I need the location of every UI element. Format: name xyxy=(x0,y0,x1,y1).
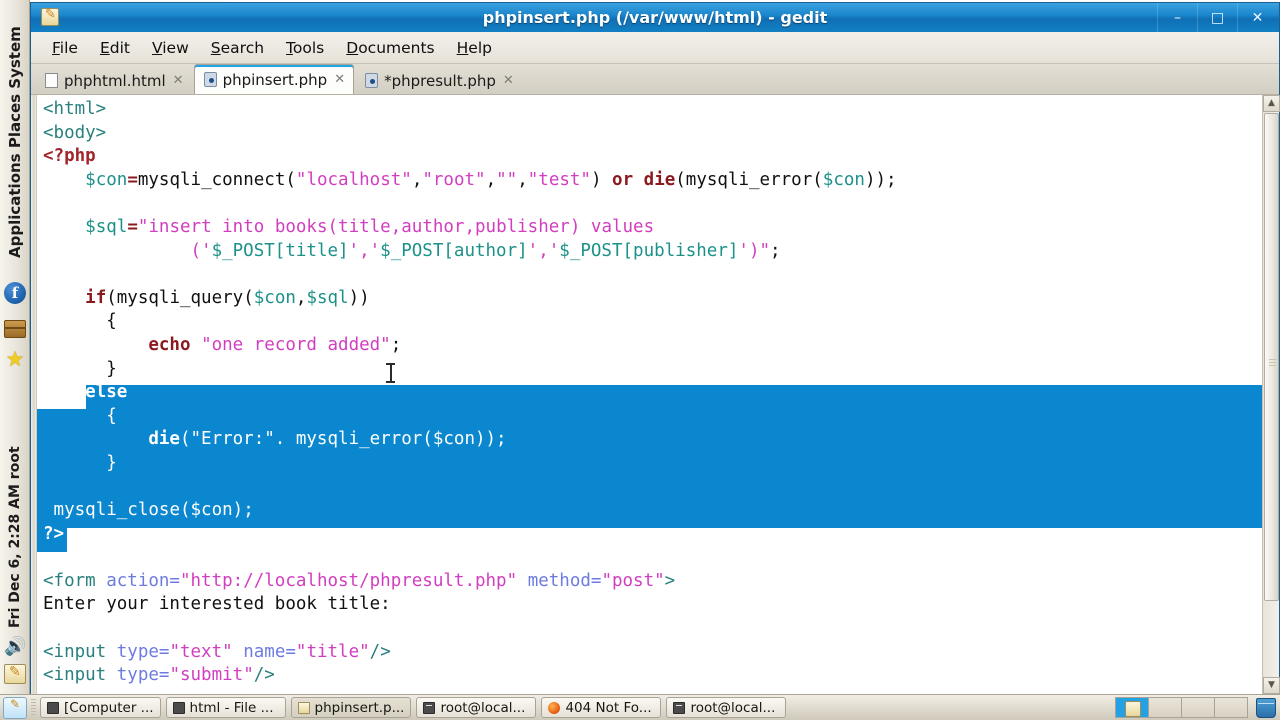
taskbar-item-label: html - File ... xyxy=(189,699,274,716)
code-line: <form action="http://localhost/phpresult… xyxy=(43,570,676,591)
tab-phpinsert-php[interactable]: phpinsert.php ✕ xyxy=(193,64,355,94)
menu-search[interactable]: Search xyxy=(200,36,275,60)
menu-view[interactable]: View xyxy=(141,36,200,60)
code-line: { xyxy=(106,311,117,332)
workspace-1[interactable] xyxy=(1115,697,1149,718)
scroll-up-arrow[interactable]: ▲ xyxy=(1263,95,1280,112)
workspace-switcher xyxy=(1115,697,1280,718)
taskbar-separator xyxy=(31,698,36,717)
star-icon[interactable]: ★ xyxy=(4,348,26,370)
source-code-view[interactable]: <html> <body> <?php $con=mysqli_connect(… xyxy=(37,95,1279,694)
menu-bar: File Edit View Search Tools Documents He… xyxy=(31,32,1279,64)
firefox-icon xyxy=(548,701,561,714)
gedit-window: phpinsert.php (/var/www/html) - gedit – … xyxy=(30,2,1280,694)
code-line: <html> xyxy=(43,99,107,119)
gedit-launcher-icon[interactable] xyxy=(4,664,26,684)
code-line: <body> xyxy=(43,122,107,143)
taskbar-item-html-file[interactable]: html - File ... xyxy=(165,697,286,718)
code-line: mysqli_close($con); xyxy=(53,500,254,521)
code-line: } xyxy=(106,358,117,379)
code-line: $sql="insert into books(title,author,pub… xyxy=(85,216,655,237)
package-icon[interactable] xyxy=(4,320,26,338)
maximize-button[interactable]: □ xyxy=(1197,3,1237,32)
show-desktop-button[interactable] xyxy=(3,696,27,719)
menu-file[interactable]: File xyxy=(41,36,89,60)
terminal-icon xyxy=(673,701,686,714)
html-file-icon xyxy=(45,73,58,88)
panel-clock[interactable]: Fri Dec 6, 2:28 AM root xyxy=(0,378,29,628)
panel-menu-labels[interactable]: Applications Places System xyxy=(0,8,29,258)
desktop-screen: Applications Places System f ★ Fri Dec 6… xyxy=(0,0,1280,720)
gedit-icon xyxy=(297,701,310,714)
taskbar-item-computer[interactable]: [Computer ... xyxy=(40,697,161,718)
taskbar-item-terminal-1[interactable]: root@local... xyxy=(416,697,537,718)
tab-close-icon[interactable]: ✕ xyxy=(503,73,514,88)
close-button[interactable]: ✕ xyxy=(1237,3,1277,32)
tab-close-icon[interactable]: ✕ xyxy=(334,72,345,87)
trash-icon[interactable] xyxy=(1256,697,1276,718)
taskbar-item-label: root@local... xyxy=(690,699,776,716)
scrollbar-thumb[interactable] xyxy=(1264,113,1279,601)
taskbar-item-label: [Computer ... xyxy=(64,699,154,716)
taskbar-item-firefox[interactable]: 404 Not Fo... xyxy=(541,697,662,718)
code-line: die("Error:". mysqli_error($con)); xyxy=(148,429,507,450)
code-line: echo "one record added"; xyxy=(148,334,402,355)
taskbar-item-label: root@local... xyxy=(440,699,526,716)
taskbar-item-label: phpinsert.p... xyxy=(314,699,405,716)
taskbar-item-phpinsert[interactable]: phpinsert.p... xyxy=(290,697,412,718)
volume-icon[interactable]: 🔊 xyxy=(4,636,26,658)
tab-label: *phpresult.php xyxy=(384,71,496,90)
window-title: phpinsert.php (/var/www/html) - gedit xyxy=(482,8,828,27)
fedora-icon[interactable]: f xyxy=(4,282,26,304)
workspace-4[interactable] xyxy=(1214,697,1248,718)
code-line: <input type="submit"/> xyxy=(43,665,275,686)
scroll-down-arrow[interactable]: ▼ xyxy=(1263,677,1280,694)
menu-tools[interactable]: Tools xyxy=(275,36,335,60)
code-line: ('$_POST[title]','$_POST[author]','$_POS… xyxy=(179,240,781,261)
taskbar-item-terminal-2[interactable]: root@local... xyxy=(666,697,787,718)
code-line: <input type="text" name="title"/> xyxy=(43,641,391,662)
menu-help[interactable]: Help xyxy=(446,36,503,60)
code-line: $con=mysqli_connect("localhost","root","… xyxy=(85,169,897,190)
mouse-text-cursor xyxy=(386,363,395,383)
tab-phphtml-html[interactable]: phphtml.html ✕ xyxy=(35,66,193,94)
php-file-icon xyxy=(365,73,379,88)
minimize-button[interactable]: – xyxy=(1157,3,1197,32)
code-line: else xyxy=(85,382,128,403)
file-manager-icon xyxy=(47,701,59,714)
code-line: ?> xyxy=(43,523,65,544)
menu-edit[interactable]: Edit xyxy=(89,36,141,60)
workspace-2[interactable] xyxy=(1148,697,1182,718)
file-manager-icon xyxy=(172,701,185,714)
code-line: { xyxy=(106,405,117,426)
tab-bar: phphtml.html ✕ phpinsert.php ✕ *phpresul… xyxy=(31,64,1279,95)
menu-documents[interactable]: Documents xyxy=(335,36,445,60)
code-line: Enter your interested book title: xyxy=(43,594,391,615)
workspace-3[interactable] xyxy=(1181,697,1215,718)
terminal-icon xyxy=(423,701,436,714)
code-area[interactable]: <html> <body> <?php $con=mysqli_connect(… xyxy=(31,95,1280,694)
php-file-icon xyxy=(203,72,217,87)
code-line: <?php xyxy=(43,146,96,167)
taskbar: [Computer ... html - File ... phpinsert.… xyxy=(0,694,1280,720)
taskbar-item-label: 404 Not Fo... xyxy=(565,699,652,716)
window-titlebar[interactable]: phpinsert.php (/var/www/html) - gedit – … xyxy=(31,3,1279,32)
tab-label: phphtml.html xyxy=(64,71,166,90)
tab-phpresult-php[interactable]: *phpresult.php ✕ xyxy=(355,66,523,94)
scrollbar-grip xyxy=(1269,359,1276,368)
tab-close-icon[interactable]: ✕ xyxy=(173,73,184,88)
window-buttons: – □ ✕ xyxy=(1157,3,1277,32)
tab-label: phpinsert.php xyxy=(222,70,328,89)
left-vertical-panel[interactable]: Applications Places System f ★ Fri Dec 6… xyxy=(0,0,30,694)
vertical-scrollbar[interactable]: ▲ ▼ xyxy=(1262,95,1280,694)
code-line: } xyxy=(106,452,117,473)
code-line: if(mysqli_query($con,$sql)) xyxy=(85,287,370,308)
